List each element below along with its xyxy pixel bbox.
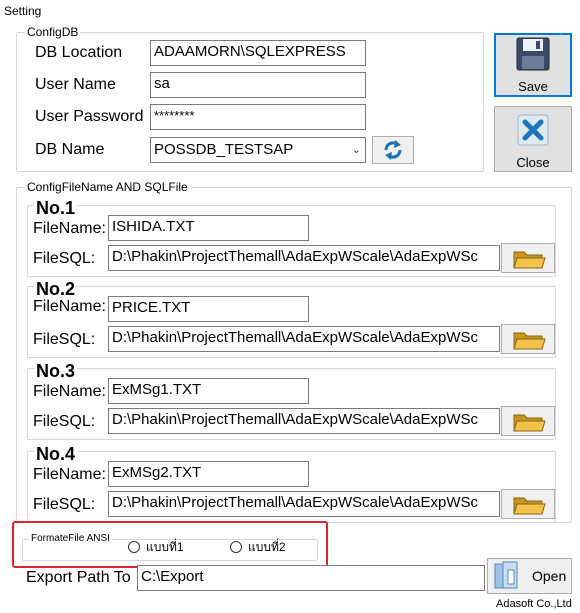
filename-input[interactable]: PRICE.TXT [108,296,309,322]
db-name-value: POSSDB_TESTSAP [154,141,294,158]
format-option-2-radio[interactable] [230,541,242,553]
filesql-input[interactable]: D:\Phakin\ProjectThemall\AdaExpWScale\Ad… [108,326,500,352]
browse-folder-button[interactable] [501,324,555,354]
filename-input[interactable]: ExMSg2.TXT [108,461,309,487]
company-footer: Adasoft Co.,Ltd [496,598,572,610]
filesql-label: FileSQL: [33,496,96,513]
filename-input[interactable]: ExMSg1.TXT [108,378,309,404]
file-config-title: No.4 [34,444,78,464]
file-config-title: No.1 [34,198,78,218]
folder-icon [513,332,546,350]
config-files-legend: ConfigFileName AND SQLFile [25,179,190,195]
close-button-label: Close [516,155,550,170]
close-button[interactable]: Close [494,106,572,172]
filesql-label: FileSQL: [33,250,96,267]
filename-label: FileName: [33,383,106,400]
filesql-input[interactable]: D:\Phakin\ProjectThemall\AdaExpWScale\Ad… [108,408,500,434]
browse-folder-button[interactable] [501,243,555,273]
filesql-label: FileSQL: [33,413,96,430]
save-button[interactable]: Save [494,33,572,97]
folder-icon [513,251,546,269]
folder-icon [513,414,546,432]
refresh-icon [384,140,402,160]
db-location-label: DB Location [35,44,123,61]
folder-open-icon [494,561,518,589]
file-config-title: No.2 [34,279,78,299]
user-name-input[interactable]: sa [150,72,366,98]
db-name-label: DB Name [35,141,105,158]
folder-icon [513,497,546,515]
filesql-input[interactable]: D:\Phakin\ProjectThemall\AdaExpWScale\Ad… [108,245,500,271]
user-password-label: User Password [35,108,144,125]
format-option-1-radio[interactable] [128,541,140,553]
open-button-label: Open [532,568,567,584]
filesql-label: FileSQL: [33,331,96,348]
setting-window: Setting ConfigDB DB Location ADAAMORN\SQ… [0,0,580,613]
filename-input[interactable]: ISHIDA.TXT [108,215,309,241]
filesql-input[interactable]: D:\Phakin\ProjectThemall\AdaExpWScale\Ad… [108,491,500,517]
filename-label: FileName: [33,466,106,483]
export-path-label: Export Path To [26,569,131,586]
user-name-label: User Name [35,76,116,93]
close-icon [517,114,549,146]
floppy-disk-icon [516,37,550,71]
db-location-input[interactable]: ADAAMORN\SQLEXPRESS [150,40,366,66]
db-name-select[interactable]: POSSDB_TESTSAP ⌄ [150,137,366,163]
config-db-legend: ConfigDB [25,24,81,40]
file-config-title: No.3 [34,361,78,381]
format-file-legend: FormateFile ANSI [29,531,112,547]
chevron-down-icon: ⌄ [351,144,361,156]
window-title: Setting [4,4,42,18]
export-path-input[interactable]: C:\Export [137,565,485,591]
open-button[interactable]: Open [487,558,572,594]
filename-label: FileName: [33,298,106,315]
format-option-1-label[interactable]: แบบที่1 [146,540,184,554]
browse-folder-button[interactable] [501,489,555,519]
save-button-label: Save [518,79,548,94]
refresh-db-button[interactable] [372,136,414,164]
user-password-input[interactable]: ******** [150,104,366,130]
format-option-2-label[interactable]: แบบที่2 [248,540,286,554]
browse-folder-button[interactable] [501,406,555,436]
filename-label: FileName: [33,220,106,237]
